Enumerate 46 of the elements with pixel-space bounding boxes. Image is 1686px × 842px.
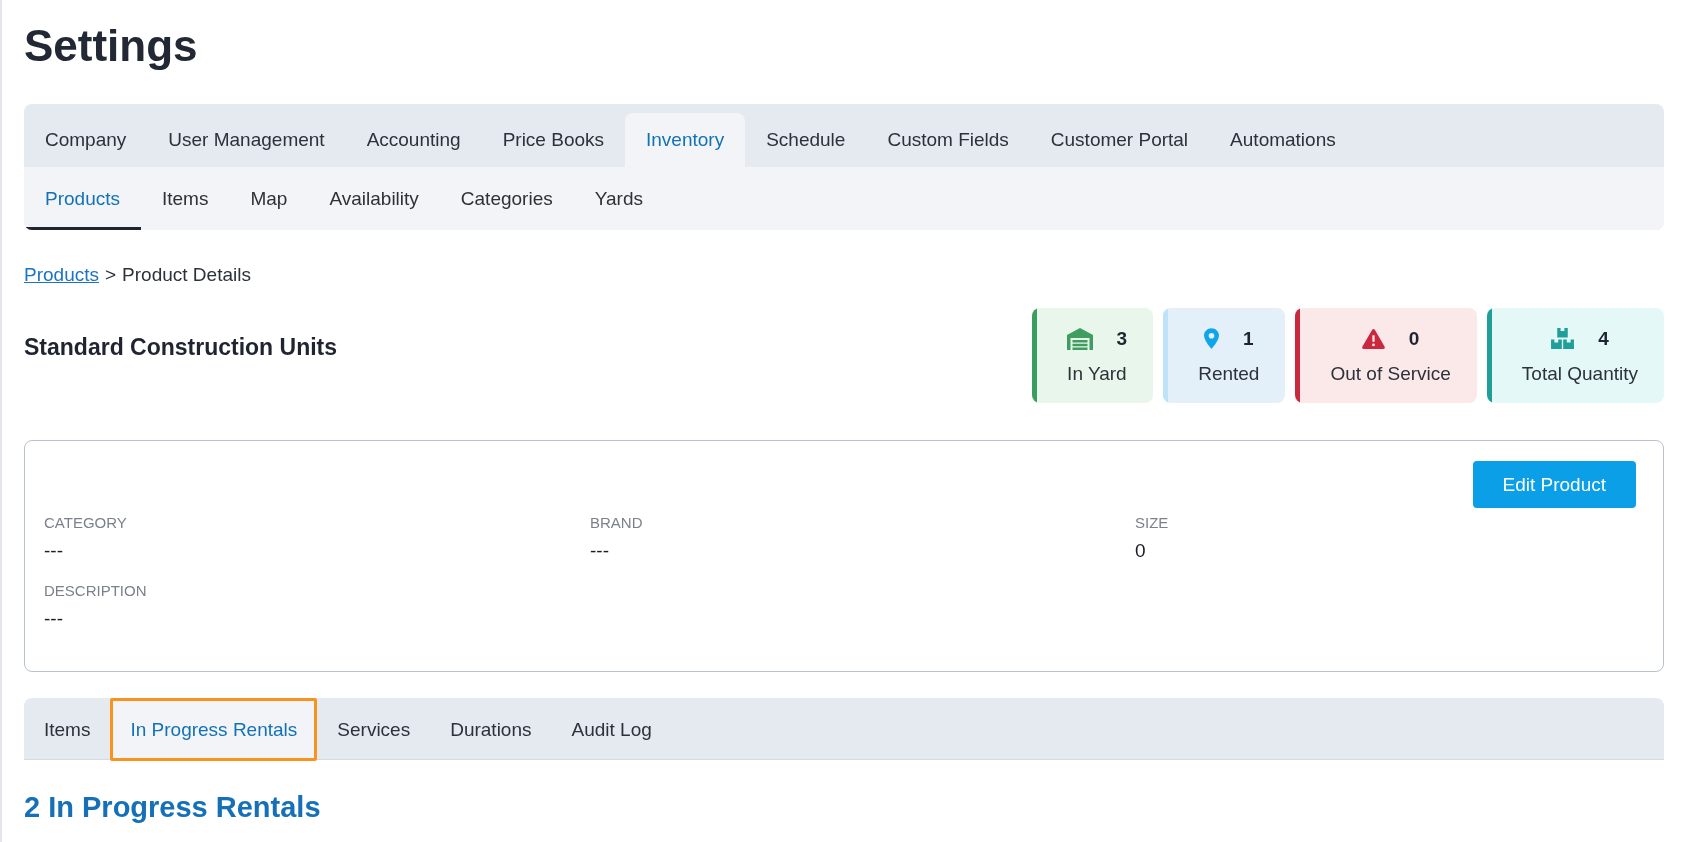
inventory-subtab[interactable]: Availability [308,167,440,230]
warning-icon [1361,328,1385,349]
field-label: CATEGORY [44,513,127,533]
inventory-subtab[interactable]: Yards [573,167,664,230]
inventory-subtab[interactable]: Products [24,167,141,230]
warehouse-icon [1066,327,1093,350]
settings-tab[interactable]: Custom Fields [866,113,1030,167]
product-name: Standard Construction Units [24,332,338,362]
page-title: Settings [24,20,198,72]
field-value: --- [44,539,63,563]
detail-tab[interactable]: Services [317,698,431,761]
boxes-icon [1551,328,1575,349]
field-value: 0 [1135,539,1146,563]
section-heading: 2 In Progress Rentals [24,790,321,825]
field-value: --- [44,607,63,631]
detail-tab[interactable]: Durations [430,698,552,761]
stat-label: Out of Service [1330,361,1451,386]
stat-count: 4 [1598,326,1609,351]
stat-count: 3 [1116,326,1128,351]
inventory-subtab[interactable]: Items [141,167,230,230]
breadcrumb-link[interactable]: Products [24,263,99,287]
detail-tab[interactable]: In Progress Rentals [110,698,318,761]
settings-tab[interactable]: Accounting [345,113,482,167]
inventory-subtab[interactable]: Map [229,167,309,230]
field-label: BRAND [590,513,643,533]
detail-tab[interactable]: Audit Log [551,698,672,761]
breadcrumb-separator: > [105,263,117,287]
detail-tab[interactable]: Items [24,698,111,761]
inventory-subtab[interactable]: Categories [439,167,574,230]
settings-tab[interactable]: User Management [147,113,346,167]
stat-label: Total Quantity [1521,361,1638,386]
field-label: SIZE [1135,513,1169,533]
stat-label: In Yard [1067,361,1127,386]
settings-tab[interactable]: Automations [1209,113,1357,167]
settings-tab[interactable]: Customer Portal [1029,113,1210,167]
stat-label: Rented [1198,361,1260,386]
settings-tab[interactable]: Schedule [745,113,867,167]
field-label: DESCRIPTION [44,581,147,601]
stat-count: 0 [1408,326,1420,351]
field-value: --- [590,539,609,563]
settings-tab[interactable]: Price Books [481,113,625,167]
stat-count: 1 [1243,326,1254,351]
breadcrumb-current: Product Details [122,263,251,287]
settings-tab[interactable]: Inventory [625,113,746,167]
pin-icon [1204,328,1219,349]
settings-tab[interactable]: Company [24,113,148,167]
